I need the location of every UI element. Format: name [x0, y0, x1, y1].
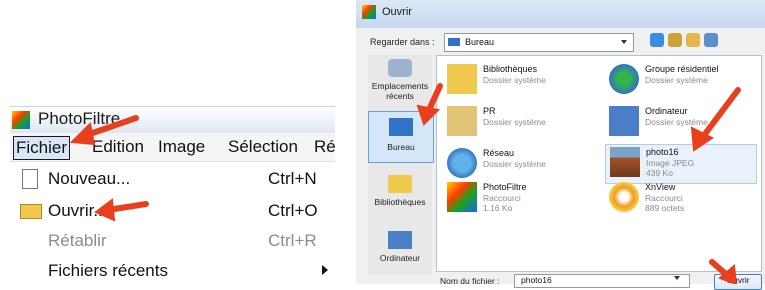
- annotation-arrows: [69, 83, 741, 284]
- arrow-to-photo16-icon: [699, 87, 741, 141]
- arrow-head-icon: [94, 198, 116, 222]
- arrow-head-icon: [416, 104, 441, 126]
- arrow-head-icon: [69, 121, 96, 146]
